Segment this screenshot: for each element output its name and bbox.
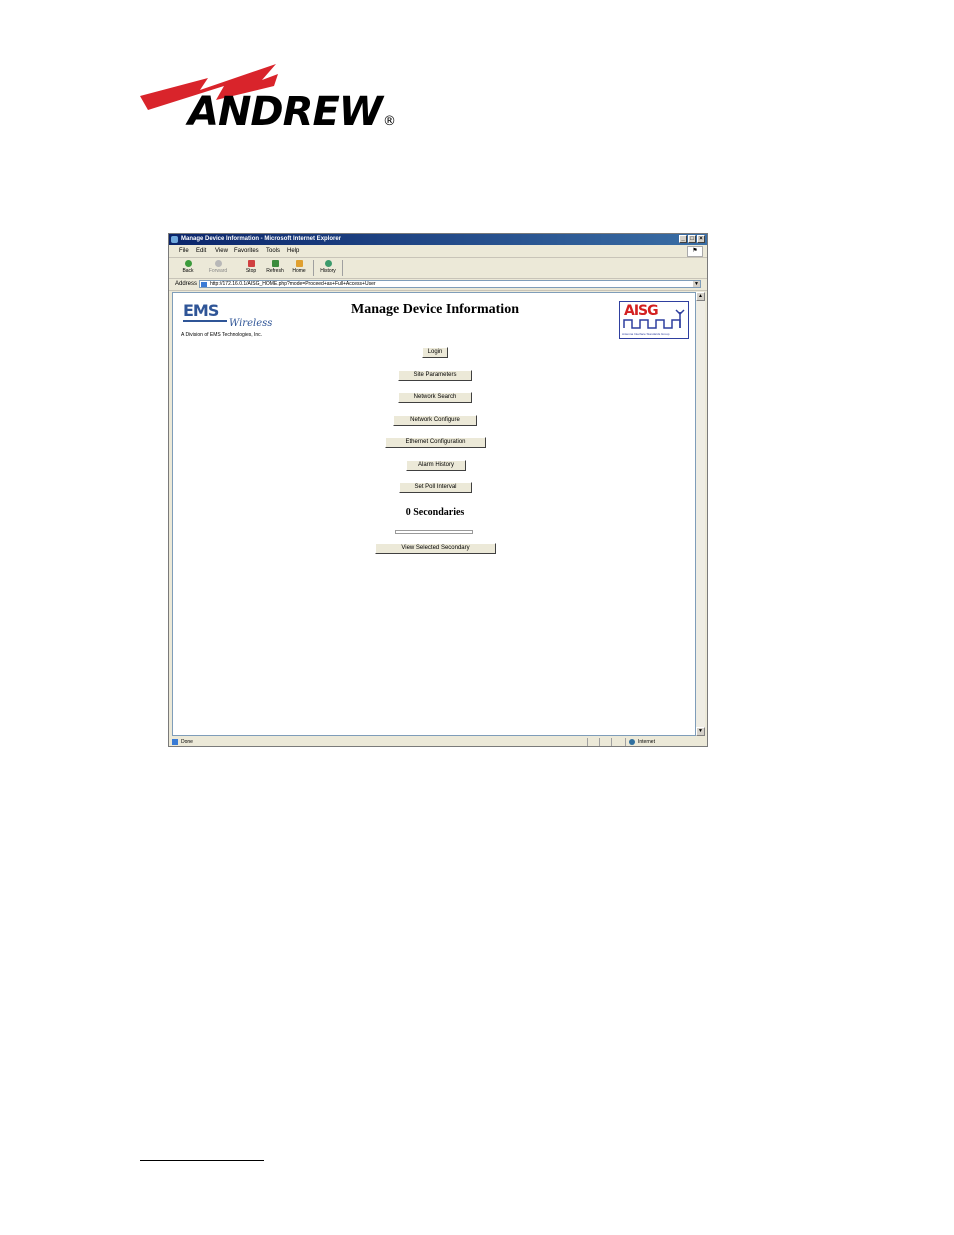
- aisg-subtitle: Antenna Interface Standards Group: [622, 332, 670, 336]
- close-icon[interactable]: ×: [697, 235, 705, 243]
- internet-globe-icon: [629, 739, 635, 745]
- browser-window: Manage Device Information - Microsoft In…: [168, 233, 708, 747]
- view-selected-secondary-button[interactable]: View Selected Secondary: [375, 543, 496, 554]
- title-bar[interactable]: Manage Device Information - Microsoft In…: [169, 234, 707, 245]
- status-text: Done: [181, 739, 193, 745]
- menu-view[interactable]: View: [215, 245, 228, 257]
- andrew-logo: ANDREW ®: [138, 56, 400, 132]
- history-button[interactable]: History: [317, 260, 339, 274]
- page-done-icon: [172, 739, 178, 745]
- registered-mark: ®: [383, 114, 396, 129]
- history-icon: [324, 260, 332, 267]
- status-divider: [587, 738, 588, 746]
- dropdown-arrow-icon[interactable]: ▼: [693, 281, 700, 287]
- stop-icon: [247, 260, 255, 267]
- page-viewport: EMS Wireless A Division of EMS Technolog…: [172, 292, 696, 736]
- scroll-up-icon[interactable]: ▲: [696, 292, 705, 301]
- toolbar-separator: [342, 260, 343, 276]
- minimize-icon[interactable]: _: [679, 235, 687, 243]
- home-icon: [295, 260, 303, 267]
- site-parameters-button[interactable]: Site Parameters: [398, 370, 472, 381]
- ethernet-configuration-button[interactable]: Ethernet Configuration: [385, 437, 486, 448]
- menu-edit[interactable]: Edit: [196, 245, 206, 257]
- address-label: Address: [175, 281, 198, 287]
- ie-icon: [171, 236, 178, 243]
- forward-arrow-icon: [214, 260, 222, 267]
- footnote-separator: [140, 1160, 264, 1161]
- menu-bar: File Edit View Favorites Tools Help ⚑: [169, 245, 707, 258]
- stop-button[interactable]: Stop: [240, 260, 262, 274]
- page-icon: [201, 282, 207, 287]
- network-configure-button[interactable]: Network Configure: [393, 415, 477, 426]
- login-button[interactable]: Login: [422, 347, 448, 358]
- ems-wireless-word: Wireless: [229, 318, 273, 329]
- window-title: Manage Device Information - Microsoft In…: [181, 236, 342, 242]
- window-controls: _ □ ×: [679, 235, 705, 243]
- address-input[interactable]: http://172.16.0.1/AISG_HOME.php?mode=Pro…: [199, 280, 701, 288]
- status-bar: Done Internet: [169, 737, 707, 747]
- secondaries-list[interactable]: [395, 530, 473, 534]
- back-button[interactable]: Back: [177, 260, 199, 274]
- aisg-logo: AISG Antenna Interface Standards Group: [619, 301, 689, 339]
- set-poll-interval-button[interactable]: Set Poll Interval: [399, 482, 472, 493]
- toolbar: Back Forward Stop Refresh Home History: [169, 258, 707, 279]
- ems-division-text: A Division of EMS Technologies, Inc.: [181, 332, 263, 338]
- forward-button[interactable]: Forward: [207, 260, 229, 274]
- address-url: http://172.16.0.1/AISG_HOME.php?mode=Pro…: [210, 281, 376, 287]
- alarm-history-button[interactable]: Alarm History: [406, 460, 466, 471]
- maximize-icon[interactable]: □: [688, 235, 696, 243]
- menu-favorites[interactable]: Favorites: [234, 245, 259, 257]
- status-divider: [599, 738, 600, 746]
- refresh-icon: [271, 260, 279, 267]
- menu-file[interactable]: File: [179, 245, 189, 257]
- scroll-down-icon[interactable]: ▼: [696, 727, 705, 736]
- security-zone: Internet: [638, 739, 655, 745]
- windows-flag-icon: ⚑: [687, 246, 703, 257]
- refresh-button[interactable]: Refresh: [264, 260, 286, 274]
- network-search-button[interactable]: Network Search: [398, 392, 472, 403]
- menu-help[interactable]: Help: [287, 245, 299, 257]
- status-divider: [611, 738, 612, 746]
- andrew-wordmark: ANDREW: [188, 89, 383, 135]
- home-button[interactable]: Home: [288, 260, 310, 274]
- status-divider: [625, 738, 626, 746]
- vertical-scrollbar[interactable]: ▲ ▼: [696, 292, 705, 736]
- back-arrow-icon: [184, 260, 192, 267]
- toolbar-separator: [313, 260, 314, 276]
- antenna-wave-icon: [623, 309, 685, 329]
- secondaries-count: 0 Secondaries: [405, 507, 465, 518]
- address-bar: Address http://172.16.0.1/AISG_HOME.php?…: [169, 279, 707, 291]
- menu-tools[interactable]: Tools: [266, 245, 280, 257]
